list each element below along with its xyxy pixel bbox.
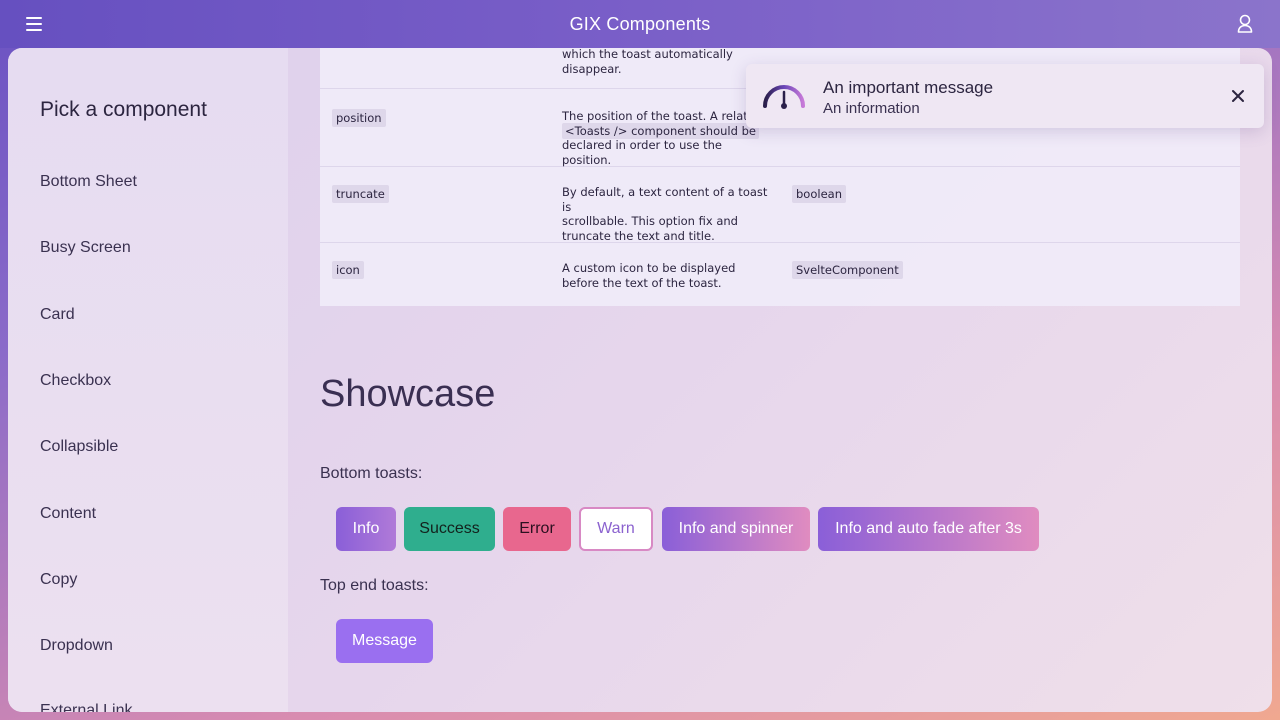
toast-message: An information [823,100,920,117]
prop-type: boolean [792,185,846,203]
table-row: icon A custom icon to be displayed befor… [320,242,1240,306]
prop-type: SvelteComponent [792,261,903,279]
info-button[interactable]: Info [336,507,396,551]
showcase-title: Showcase [320,373,496,415]
prop-name: position [332,109,386,127]
prop-name: icon [332,261,364,279]
prop-description: The position of the toast. A related <To… [562,109,763,167]
success-button[interactable]: Success [404,507,495,551]
sidebar: Pick a component Bottom Sheet Busy Scree… [8,48,288,712]
info-spinner-button[interactable]: Info and spinner [662,507,810,551]
main-panel: Pick a component Bottom Sheet Busy Scree… [8,48,1272,712]
sidebar-item-bottom-sheet[interactable]: Bottom Sheet [40,173,137,191]
prop-description: A custom icon to be displayed before the… [562,261,736,290]
sidebar-item-collapsible[interactable]: Collapsible [40,438,118,456]
sidebar-item-content[interactable]: Content [40,505,96,523]
prop-description: which the toast automatically disappear. [562,48,733,76]
top-end-toasts-label: Top end toasts: [320,577,429,594]
content-area: which the toast automatically disappear.… [288,48,1272,712]
table-row: truncate By default, a text content of a… [320,166,1240,243]
sidebar-item-copy[interactable]: Copy [40,571,77,589]
info-auto-fade-button[interactable]: Info and auto fade after 3s [818,507,1039,551]
sidebar-item-dropdown[interactable]: Dropdown [40,637,113,655]
toast-notification: An important message An information [746,64,1264,128]
sidebar-item-busy-screen[interactable]: Busy Screen [40,239,131,257]
warn-button[interactable]: Warn [579,507,653,551]
prop-description: By default, a text content of a toast is… [562,185,768,243]
app-title: GIX Components [569,13,711,34]
sidebar-item-checkbox[interactable]: Checkbox [40,372,111,390]
error-button[interactable]: Error [503,507,571,551]
user-icon[interactable] [1232,11,1258,37]
menu-icon[interactable] [22,12,46,36]
toast-title: An important message [823,78,994,97]
top-app-bar: GIX Components [0,0,1280,48]
sidebar-item-external-link[interactable]: External Link [40,702,133,712]
sidebar-title: Pick a component [40,98,207,121]
prop-name: truncate [332,185,389,203]
close-icon[interactable] [1228,86,1248,106]
gauge-icon [763,85,805,109]
sidebar-item-card[interactable]: Card [40,306,75,324]
bottom-toasts-label: Bottom toasts: [320,465,423,482]
message-button[interactable]: Message [336,619,433,663]
